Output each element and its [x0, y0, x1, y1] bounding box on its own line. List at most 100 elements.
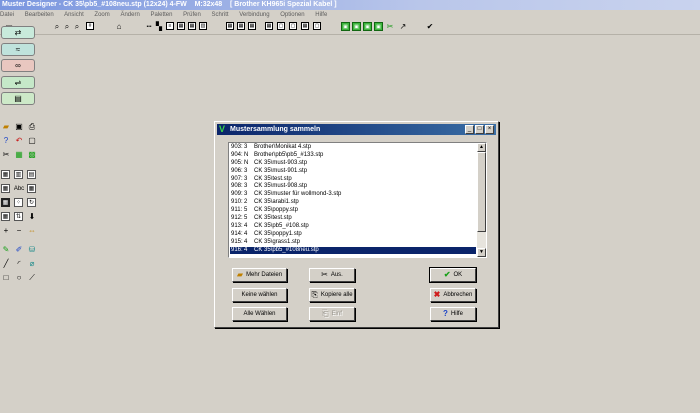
- mode-4-icon[interactable]: ▣: [374, 22, 383, 31]
- list-item[interactable]: 905:N CK 35\must-903.stp: [230, 160, 476, 168]
- diagonal-icon[interactable]: ⟋: [27, 273, 37, 283]
- close-icon[interactable]: ×: [485, 125, 494, 134]
- list-item[interactable]: 909:3 CK 35\muster für wollmond-3.stp: [230, 191, 476, 199]
- select-icon[interactable]: ▩: [27, 150, 37, 160]
- text-icon[interactable]: Abc: [14, 184, 24, 194]
- view-2-icon[interactable]: ▥: [199, 22, 207, 30]
- mode-2-icon[interactable]: ▣: [352, 22, 361, 31]
- eyedropper-icon[interactable]: ⌀: [27, 259, 37, 269]
- pattern-list[interactable]: 903:3 Brother\Monikat 4.stp 904:N Brother\p…: [228, 142, 487, 258]
- grid-tool-icon[interactable]: ▦: [1, 170, 10, 179]
- menu-pruefen[interactable]: Prüfen: [183, 12, 201, 18]
- rotate-icon[interactable]: ↻: [27, 198, 36, 207]
- shift-icon[interactable]: ▤: [27, 170, 36, 179]
- table-icon[interactable]: ▦: [177, 22, 185, 30]
- plus-icon[interactable]: +: [1, 226, 11, 236]
- minus-icon[interactable]: −: [14, 226, 24, 236]
- mode-6-icon[interactable]: ↗: [398, 22, 408, 32]
- pencil-icon[interactable]: ✎: [1, 245, 11, 255]
- mode-1-icon[interactable]: ▣: [341, 22, 350, 31]
- grid-icon[interactable]: #: [86, 22, 94, 30]
- copy-icon[interactable]: ▢: [27, 136, 37, 146]
- brush-icon[interactable]: ✐: [14, 245, 24, 255]
- maximize-icon[interactable]: □: [475, 125, 484, 134]
- pattern-icon[interactable]: ▦: [27, 184, 36, 193]
- cancel-button[interactable]: ✖ Abbrechen: [430, 288, 476, 302]
- stitch-mode-4-button[interactable]: ⇌: [1, 76, 35, 89]
- insert-button[interactable]: ⎗ Einf: [309, 307, 355, 321]
- menu-aendern[interactable]: Ändern: [120, 12, 139, 18]
- dots-icon[interactable]: ⁘: [14, 198, 23, 207]
- fill-icon[interactable]: ▦: [1, 198, 10, 207]
- stitch-mode-1-button[interactable]: ⇄: [1, 26, 35, 39]
- swap-icon[interactable]: ⇅: [14, 212, 23, 221]
- help-icon[interactable]: ?: [1, 136, 11, 146]
- view-5-icon[interactable]: ▦: [248, 22, 256, 30]
- ok-button[interactable]: ✔ OK: [429, 267, 477, 283]
- bucket-icon[interactable]: ⛁: [27, 245, 37, 255]
- list-item[interactable]: 916:4 CK 35\pb5_#108neu.stp: [230, 246, 476, 255]
- cut-button[interactable]: ✂ Aus.: [309, 268, 355, 282]
- zoom-in-icon[interactable]: ⌕: [52, 22, 62, 32]
- stitch-mode-5-button[interactable]: ▤: [1, 92, 35, 105]
- view-6-icon[interactable]: ▦: [265, 22, 273, 30]
- menu-ansicht[interactable]: Ansicht: [64, 12, 84, 18]
- mode-5-icon[interactable]: ✂: [385, 22, 395, 32]
- menu-bearbeiten[interactable]: Bearbeiten: [25, 12, 54, 18]
- list-item[interactable]: 915:4 CK 35\grass1.stp: [230, 239, 476, 247]
- select-none-button[interactable]: Keine wählen: [232, 288, 287, 302]
- more-files-button[interactable]: ▰ Mehr Dateien: [232, 268, 287, 282]
- view-9-icon[interactable]: ▦: [301, 22, 309, 30]
- check-icon[interactable]: ✔: [425, 22, 435, 32]
- list-item[interactable]: 911: 5 CK 35\poppy.stp: [230, 207, 476, 215]
- view-7-icon[interactable]: ▢: [277, 22, 285, 30]
- pattern-2-icon[interactable]: ┅: [144, 22, 154, 32]
- list-item[interactable]: 910:2 CK 35\arabi1.stp: [230, 199, 476, 207]
- list-item[interactable]: 908:3 CK 35\must-908.stp: [230, 183, 476, 191]
- layer-icon[interactable]: ▦: [1, 184, 10, 193]
- mode-3-icon[interactable]: ▣: [363, 22, 372, 31]
- select-all-button[interactable]: Alle Wählen: [232, 307, 287, 321]
- minimize-icon[interactable]: _: [465, 125, 474, 134]
- menu-paletten[interactable]: Paletten: [150, 12, 172, 18]
- scroll-up-icon[interactable]: ▲: [477, 143, 486, 152]
- menu-optionen[interactable]: Optionen: [280, 12, 304, 18]
- view-8-icon[interactable]: ▢: [289, 22, 297, 30]
- menu-schritt[interactable]: Schritt: [212, 12, 229, 18]
- undo-icon[interactable]: ↶: [14, 136, 24, 146]
- list-item[interactable]: 907:3 CK 35\test.stp: [230, 176, 476, 184]
- ellipse-icon[interactable]: ○: [14, 273, 24, 283]
- stitch-mode-3-button[interactable]: ∞: [1, 59, 35, 72]
- arrow-down-icon[interactable]: ⬇: [27, 212, 37, 222]
- mirror-icon[interactable]: ▥: [14, 170, 23, 179]
- list-item[interactable]: 903:3 Brother\Monikat 4.stp: [230, 144, 476, 152]
- menu-verbindung[interactable]: Verbindung: [239, 12, 269, 18]
- menu-datei[interactable]: Datei: [0, 12, 14, 18]
- view-4-icon[interactable]: ▦: [237, 22, 245, 30]
- pattern-3-icon[interactable]: ▚: [154, 22, 164, 32]
- line-icon[interactable]: ╱: [1, 259, 11, 269]
- list-item[interactable]: 906:3 CK 35\must-901.stp: [230, 168, 476, 176]
- flip-icon[interactable]: ⇔: [27, 226, 37, 236]
- zoom-out-icon[interactable]: ⌕: [62, 22, 72, 32]
- menu-hilfe[interactable]: Hilfe: [315, 12, 327, 18]
- list-item[interactable]: 912:5 CK 35\test.stp: [230, 215, 476, 223]
- list-item[interactable]: 913:4 CK 35\pb5_#108.stp: [230, 223, 476, 231]
- open-icon[interactable]: ▰: [1, 122, 11, 132]
- rectangle-icon[interactable]: □: [1, 273, 11, 283]
- scroll-thumb[interactable]: [477, 152, 486, 232]
- menu-zoom[interactable]: Zoom: [94, 12, 109, 18]
- save-icon[interactable]: ▣: [14, 122, 24, 132]
- list-item[interactable]: 914:4 CK 35\poppy1.stp: [230, 231, 476, 239]
- scroll-down-icon[interactable]: ▼: [477, 248, 486, 257]
- view-10-icon[interactable]: ▢: [313, 22, 321, 30]
- print-icon[interactable]: ⎙: [27, 122, 37, 132]
- zoom-icon[interactable]: ⌕: [72, 22, 82, 32]
- paste-icon[interactable]: ▦: [14, 150, 24, 160]
- row-icon[interactable]: ≡: [166, 22, 174, 30]
- list-scrollbar[interactable]: ▲ ▼: [477, 143, 486, 257]
- tile-icon[interactable]: ▦: [1, 212, 10, 221]
- help-button[interactable]: ? Hilfe: [430, 307, 476, 321]
- stitch-mode-2-button[interactable]: ≈: [1, 43, 35, 56]
- view-3-icon[interactable]: ▦: [226, 22, 234, 30]
